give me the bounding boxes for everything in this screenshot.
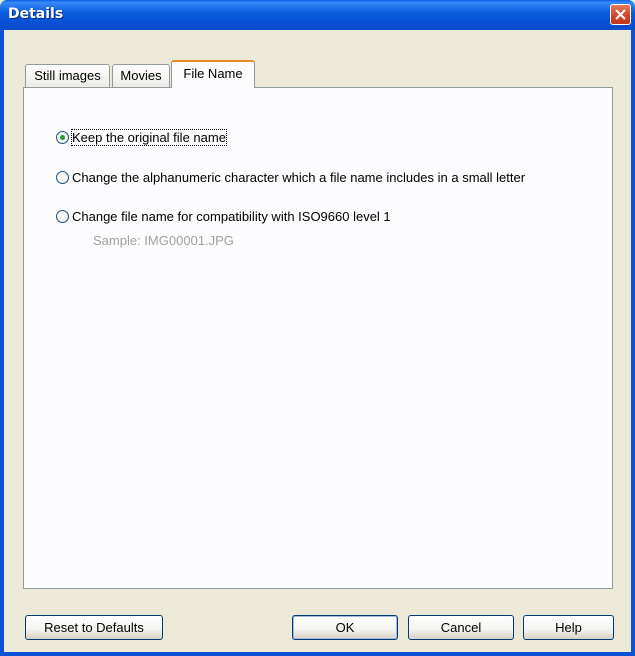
option-iso9660-label[interactable]: Change file name for compatibility with …: [72, 209, 391, 224]
radio-iso9660[interactable]: [56, 209, 69, 223]
tab-still-images[interactable]: Still images: [25, 64, 110, 87]
radio-small-letter[interactable]: [56, 170, 69, 184]
close-button[interactable]: [610, 4, 631, 25]
help-button[interactable]: Help: [523, 615, 614, 640]
cancel-button[interactable]: Cancel: [408, 615, 514, 640]
window-title: Details: [8, 6, 64, 22]
title-bar: Details: [0, 0, 635, 30]
option-iso9660[interactable]: Change file name for compatibility with …: [56, 207, 391, 225]
window-frame-bottom: [0, 652, 635, 656]
tab-file-name[interactable]: File Name: [171, 60, 255, 88]
ok-button[interactable]: OK: [292, 615, 398, 640]
window-frame-left: [0, 30, 4, 656]
option-keep-original[interactable]: Keep the original file name: [56, 128, 227, 146]
close-icon: [615, 9, 626, 20]
tab-movies[interactable]: Movies: [112, 64, 170, 87]
sample-text: Sample: IMG00001.JPG: [93, 233, 234, 248]
option-keep-original-label[interactable]: Keep the original file name: [71, 128, 227, 146]
tab-panel-file-name: [23, 87, 613, 589]
window-frame-right: [631, 30, 635, 656]
reset-to-defaults-button[interactable]: Reset to Defaults: [25, 615, 163, 640]
option-small-letter[interactable]: Change the alphanumeric character which …: [56, 168, 525, 186]
option-small-letter-label[interactable]: Change the alphanumeric character which …: [72, 170, 525, 185]
radio-keep-original[interactable]: [56, 130, 69, 144]
